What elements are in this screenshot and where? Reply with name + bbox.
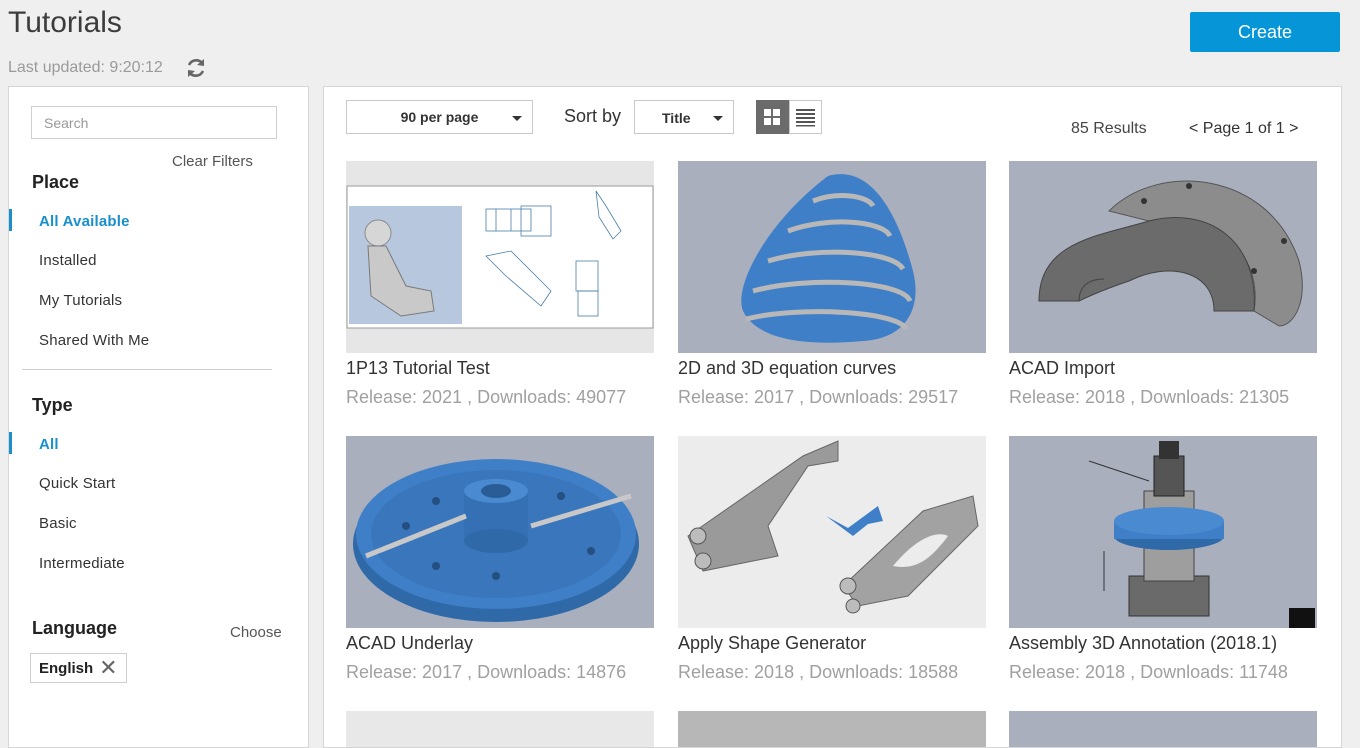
tutorial-card[interactable]: Apply Shape Generator Release: 2018 , Do… [678, 436, 986, 682]
last-updated-text: Last updated: 9:20:12 [8, 59, 163, 76]
type-all[interactable]: All [39, 436, 59, 453]
next-page-button[interactable]: > [1289, 120, 1298, 137]
tutorial-card[interactable]: Assembly 3D Annotation (2018.1) Release:… [1009, 436, 1317, 682]
tutorial-card-partial[interactable] [346, 711, 654, 747]
list-icon [796, 109, 815, 127]
card-meta: Release: 2021 , Downloads: 49077 [346, 387, 627, 407]
type-quick-start[interactable]: Quick Start [39, 475, 115, 492]
card-title[interactable]: Apply Shape Generator [678, 633, 866, 654]
per-page-select[interactable]: 90 per page [346, 100, 533, 134]
page-title: Tutorials [8, 6, 122, 39]
language-chip-label: English [39, 659, 94, 677]
chevron-down-icon [713, 116, 723, 121]
card-title[interactable]: 1P13 Tutorial Test [346, 358, 490, 379]
clear-filters-link[interactable]: Clear Filters [172, 153, 253, 170]
card-meta: Release: 2018 , Downloads: 18588 [678, 662, 959, 682]
card-thumbnail[interactable] [1009, 161, 1317, 353]
type-intermediate[interactable]: Intermediate [39, 555, 125, 572]
create-button[interactable]: Create [1190, 12, 1340, 52]
card-meta: Release: 2017 , Downloads: 14876 [346, 662, 627, 682]
results-count: 85 Results [1071, 120, 1147, 137]
tutorial-card[interactable]: 2D and 3D equation curves Release: 2017 … [678, 161, 986, 407]
tutorial-card-partial[interactable] [678, 711, 986, 747]
type-basic[interactable]: Basic [39, 515, 77, 532]
tutorial-card[interactable]: ACAD Underlay Release: 2017 , Downloads:… [346, 436, 654, 682]
card-meta: Release: 2018 , Downloads: 21305 [1009, 387, 1290, 407]
card-meta: Release: 2018 , Downloads: 11748 [1009, 662, 1288, 682]
card-title[interactable]: 2D and 3D equation curves [678, 358, 896, 379]
filter-sidebar: Clear Filters Place All Available Instal… [8, 86, 309, 748]
place-installed[interactable]: Installed [39, 252, 97, 269]
refresh-icon[interactable] [184, 56, 208, 80]
card-thumbnail[interactable] [346, 161, 654, 353]
remove-chip-icon[interactable]: ✕ [99, 657, 117, 679]
sort-value: Title [662, 110, 691, 126]
tutorial-card[interactable]: 1P13 Tutorial Test Release: 2021 , Downl… [346, 161, 654, 407]
card-title[interactable]: ACAD Underlay [346, 633, 473, 654]
tutorial-card[interactable]: ACAD Import Release: 2018 , Downloads: 2… [1009, 161, 1317, 407]
card-thumbnail[interactable] [346, 436, 654, 628]
card-thumbnail[interactable] [678, 161, 986, 353]
card-thumbnail[interactable] [678, 436, 986, 628]
list-view-button[interactable] [789, 100, 822, 134]
place-shared-with-me[interactable]: Shared With Me [39, 332, 149, 349]
divider [22, 369, 272, 370]
card-thumbnail[interactable] [1009, 436, 1317, 628]
language-chip: English ✕ [30, 653, 127, 683]
chevron-down-icon [512, 116, 522, 121]
place-heading: Place [32, 172, 80, 192]
per-page-value: 90 per page [400, 109, 479, 125]
grid-icon [764, 109, 780, 125]
place-my-tutorials[interactable]: My Tutorials [39, 292, 122, 309]
sort-by-label: Sort by [564, 106, 622, 126]
active-indicator [9, 432, 12, 454]
results-panel: 90 per page Sort by Title 85 Results < P… [323, 86, 1342, 748]
page-indicator: Page 1 of 1 [1202, 120, 1285, 137]
choose-language-link[interactable]: Choose [230, 624, 282, 641]
type-heading: Type [32, 395, 73, 415]
pagination: < Page 1 of 1 > [1189, 120, 1298, 138]
sort-select[interactable]: Title [634, 100, 734, 134]
grid-view-button[interactable] [756, 100, 789, 134]
card-title[interactable]: ACAD Import [1009, 358, 1115, 379]
card-meta: Release: 2017 , Downloads: 29517 [678, 387, 959, 407]
language-heading: Language [32, 618, 118, 638]
tutorial-card-partial[interactable] [1009, 711, 1317, 747]
prev-page-button[interactable]: < [1189, 120, 1198, 137]
place-all-available[interactable]: All Available [39, 213, 130, 230]
search-input[interactable] [31, 106, 277, 139]
active-indicator [9, 209, 12, 231]
card-title[interactable]: Assembly 3D Annotation (2018.1) [1009, 633, 1277, 654]
